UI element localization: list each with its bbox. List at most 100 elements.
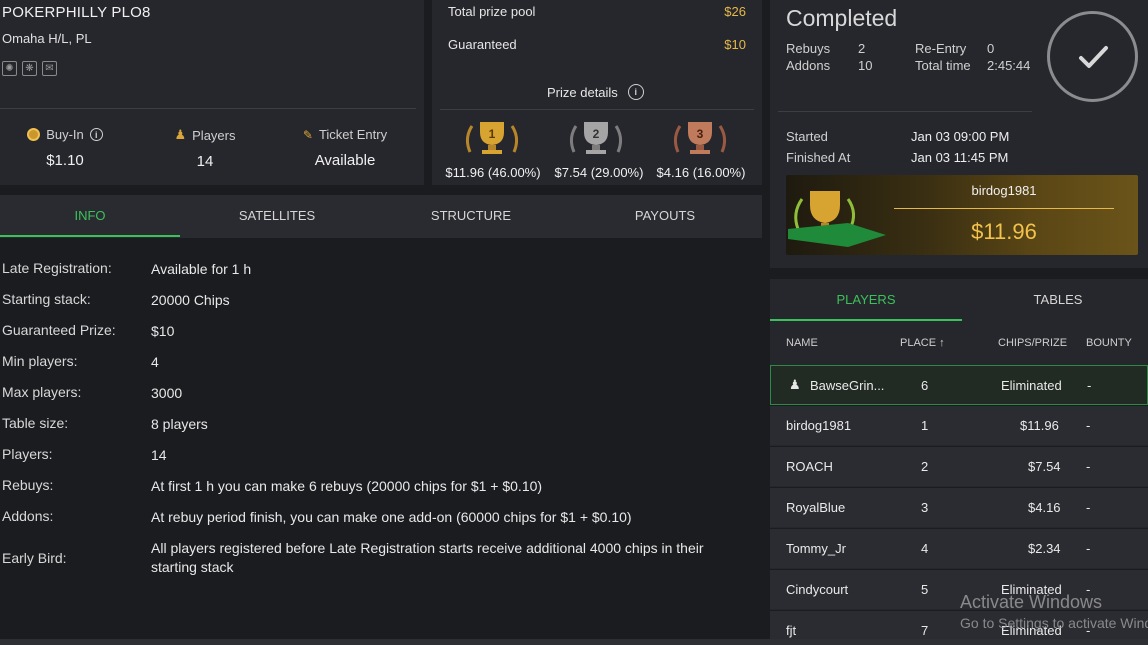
players-value: 14 [196, 153, 214, 170]
player-name: Cindycourt [786, 582, 849, 597]
ticket-label: Ticket Entry [318, 127, 388, 142]
third-place-amount: $4.16 (16.00%) [656, 165, 746, 180]
info-value: 3000 [151, 385, 183, 401]
player-place: 7 [921, 623, 929, 638]
status-title: Completed [786, 5, 898, 31]
info-value: $10 [151, 323, 175, 339]
player-bounty: - [1087, 378, 1092, 393]
info-value: 8 players [151, 416, 208, 432]
completed-check-icon [1047, 11, 1138, 102]
totaltime-value: 2:45:44 [987, 58, 1031, 73]
info-row-table-size: Table size: 8 players [2, 415, 751, 434]
info-key: Late Registration: [2, 260, 112, 276]
second-place-trophy-icon: 2 [569, 122, 623, 154]
player-icon: ♟ [174, 127, 187, 142]
winner-banner: birdog1981 $11.96 [786, 175, 1138, 255]
coin-icon [27, 128, 41, 141]
tab-payouts[interactable]: PAYOUTS [568, 195, 762, 237]
info-row-late-registration: Late Registration: Available for 1 h [2, 260, 751, 279]
info-tabs: INFO SATELLITES STRUCTURE PAYOUTS [0, 195, 762, 237]
finished-value: Jan 03 11:45 PM [911, 150, 1009, 165]
activate-windows-watermark: Activate Windows Go to Settings to activ… [960, 592, 1148, 631]
info-row-max-players: Max players: 3000 [2, 384, 751, 403]
player-place: 1 [921, 418, 929, 433]
info-key: Early Bird: [2, 550, 67, 566]
col-place[interactable]: PLACE ↑ [900, 337, 945, 349]
first-place-rank: 1 [489, 127, 496, 141]
divider [778, 111, 1032, 112]
totaltime-label: Total time [915, 58, 971, 73]
player-place: 5 [921, 582, 929, 597]
divider [440, 109, 754, 110]
player-bounty: - [1086, 541, 1091, 556]
tab-satellites[interactable]: SATELLITES [180, 195, 374, 237]
tournament-badges: ✺ ❋ ✉ [2, 61, 57, 76]
rebuy-icon: ✺ [2, 61, 17, 76]
tab-players[interactable]: PLAYERS [770, 279, 962, 321]
buyin-stat: Buy-In i $1.10 [10, 127, 120, 169]
player-name: ROACH [786, 459, 833, 474]
info-row-early-bird: Early Bird: All players registered before… [2, 539, 751, 577]
total-prize-row: Total prize pool $26 [448, 4, 746, 19]
col-chips[interactable]: CHIPS/PRIZE [998, 337, 1067, 349]
player-name: Tommy_Jr [786, 541, 846, 556]
player-place: 3 [921, 500, 929, 515]
info-key: Rebuys: [2, 477, 54, 493]
info-key: Addons: [2, 508, 54, 524]
third-place-rank: 3 [697, 127, 704, 141]
watermark-subtitle: Go to Settings to activate Windows. [960, 615, 1148, 631]
player-place: 4 [921, 541, 929, 556]
winner-name: birdog1981 [971, 183, 1037, 198]
players-stat: ♟ Players 14 [150, 127, 260, 170]
info-value: All players registered before Late Regis… [151, 540, 704, 575]
info-key: Max players: [2, 384, 82, 400]
table-row[interactable]: ROACH 2 $7.54 - [770, 446, 1148, 486]
table-row[interactable]: Tommy_Jr 4 $2.34 - [770, 528, 1148, 568]
player-bounty: - [1086, 418, 1091, 433]
player-prize: $11.96 [1020, 418, 1059, 433]
info-value: 20000 Chips [151, 292, 230, 308]
info-row-rebuys: Rebuys: At first 1 h you can make 6 rebuy… [2, 477, 751, 496]
addons-value: 10 [858, 58, 873, 73]
guaranteed-value: $10 [724, 37, 746, 52]
third-place-trophy-icon: 3 [673, 122, 727, 154]
ticket-entry-icon: ✎ [302, 127, 313, 142]
prize-details[interactable]: Prize details i [547, 84, 644, 100]
total-prize-value: $26 [724, 4, 746, 19]
info-value: 14 [151, 447, 167, 463]
info-key: Guaranteed Prize: [2, 322, 116, 338]
winner-divider [894, 208, 1114, 209]
tournament-game: Omaha H/L, PL [2, 31, 92, 46]
table-row[interactable]: RoyalBlue 3 $4.16 - [770, 487, 1148, 527]
info-value: At rebuy period finish, you can make one… [151, 509, 632, 525]
buyin-label: Buy-In [46, 127, 84, 142]
info-row-min-players: Min players: 4 [2, 353, 751, 372]
rebuys-label: Rebuys [786, 41, 831, 56]
player-bounty: - [1086, 459, 1091, 474]
divider [0, 108, 416, 109]
reentry-value: 0 [987, 41, 995, 56]
col-name[interactable]: NAME [786, 337, 818, 349]
info-row-addons: Addons: At rebuy period finish, you can m… [2, 508, 751, 527]
watermark-title: Activate Windows [960, 592, 1103, 612]
reentry-label: Re-Entry [915, 41, 967, 56]
info-value: Available for 1 h [151, 261, 252, 277]
table-row[interactable]: birdog1981 1 $11.96 - [770, 405, 1148, 445]
tab-structure[interactable]: STRUCTURE [374, 195, 568, 237]
player-prize: $7.54 [1028, 459, 1061, 474]
winner-prize: $11.96 [971, 219, 1037, 244]
tab-info[interactable]: INFO [0, 195, 180, 237]
player-prize: $4.16 [1028, 500, 1061, 515]
info-icon[interactable]: i [89, 128, 103, 141]
table-row[interactable]: ♟ BawseGrin... 6 Eliminated - [770, 365, 1148, 405]
players-tabs: PLAYERS TABLES [770, 279, 1148, 321]
info-value: At first 1 h you can make 6 rebuys (2000… [151, 478, 543, 494]
buyin-value: $1.10 [46, 152, 84, 169]
info-icon[interactable]: i [627, 84, 644, 100]
second-place-rank: 2 [593, 127, 600, 141]
winner-trophy-icon [788, 191, 886, 247]
col-bounty[interactable]: BOUNTY [1086, 337, 1132, 349]
bottom-scroll-bar[interactable] [0, 639, 1148, 645]
tab-tables[interactable]: TABLES [962, 279, 1148, 321]
guaranteed-row: Guaranteed $10 [448, 37, 746, 52]
